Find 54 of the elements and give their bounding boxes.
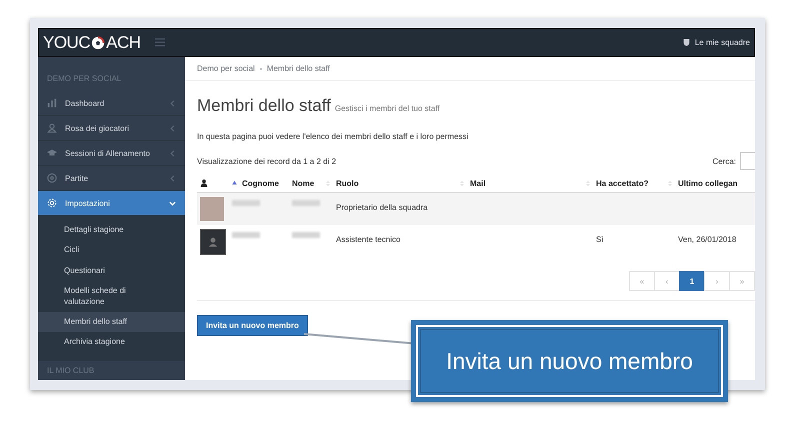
settings-icon <box>47 198 57 208</box>
chevron-left-icon <box>169 174 176 182</box>
blurred-text <box>292 200 320 206</box>
table-cell: Proprietario della squadra <box>336 203 428 212</box>
blurred-text <box>232 232 260 238</box>
column-header[interactable]: Nome <box>292 178 314 188</box>
submenu-item[interactable]: Archivia stagione <box>38 332 185 353</box>
person-icon <box>200 179 208 187</box>
column-header[interactable]: Ha accettato? <box>596 178 648 188</box>
column-header[interactable]: Cognome <box>242 178 279 188</box>
submenu-item[interactable]: Dettagli stagione <box>38 220 185 240</box>
search-field[interactable] <box>740 152 755 170</box>
avatar-placeholder <box>200 229 226 255</box>
callout-label: Invita un nuovo membro <box>411 320 728 402</box>
shield-icon <box>682 38 690 47</box>
chevron-left-icon <box>169 124 176 132</box>
photo-placeholder <box>200 197 224 221</box>
blurred-text <box>232 200 260 206</box>
column-header[interactable]: Ultimo collegan <box>678 178 738 188</box>
page-title: Membri dello staff <box>197 96 331 116</box>
bar-chart-icon <box>47 98 57 108</box>
chevron-left-icon <box>169 100 176 106</box>
blurred-text <box>292 232 320 238</box>
soccer-ball-icon <box>91 36 106 50</box>
submenu-item[interactable]: Modelli schede di valutazione <box>38 281 185 312</box>
sidebar-section-title: DEMO PER SOCIAL <box>46 73 122 85</box>
chevron-down-icon <box>169 200 176 206</box>
table-cell: Sì <box>596 235 604 244</box>
my-teams-link[interactable]: Le mie squadre <box>682 38 750 47</box>
sort-ascending-icon[interactable] <box>232 180 237 186</box>
submenu-item[interactable]: Questionari <box>38 260 185 282</box>
record-count-text: Visualizzazione dei record da 1 a 2 di 2 <box>197 156 338 166</box>
logo-text: YOUC <box>43 32 90 52</box>
chevron-left-icon <box>169 150 176 156</box>
ball-icon <box>47 173 57 183</box>
intro-text: In questa pagina puoi vedere l'elenco dei membri dello staff e i loro permessi <box>197 132 470 141</box>
breadcrumb-item[interactable]: Demo per social <box>197 64 255 73</box>
submenu-item[interactable]: Membri dello staff <box>38 312 185 332</box>
table-cell: Assistente tecnico <box>336 235 400 244</box>
search-label: Cerca: <box>712 156 736 166</box>
table-cell: Ven, 26/01/2018 <box>678 235 736 244</box>
person-icon <box>47 123 57 133</box>
breadcrumb-item: Membri dello staff <box>266 64 330 73</box>
sidebar-item[interactable]: Impostazioni <box>38 191 185 216</box>
pagination-button[interactable]: 1 <box>679 271 705 291</box>
column-header[interactable]: Ruolo <box>336 178 359 188</box>
submenu-item[interactable]: Cicli <box>38 240 185 261</box>
logo-text: ACH <box>106 32 141 52</box>
menu-icon[interactable] <box>154 38 165 47</box>
graduation-cap-icon <box>47 148 57 158</box>
sidebar-section-title: IL MIO CLUB <box>46 364 96 377</box>
column-header[interactable]: Mail <box>470 178 486 188</box>
page-subtitle: Gestisci i membri del tuo staff <box>334 104 440 113</box>
invite-button[interactable]: Invita un nuovo membro <box>197 315 308 336</box>
